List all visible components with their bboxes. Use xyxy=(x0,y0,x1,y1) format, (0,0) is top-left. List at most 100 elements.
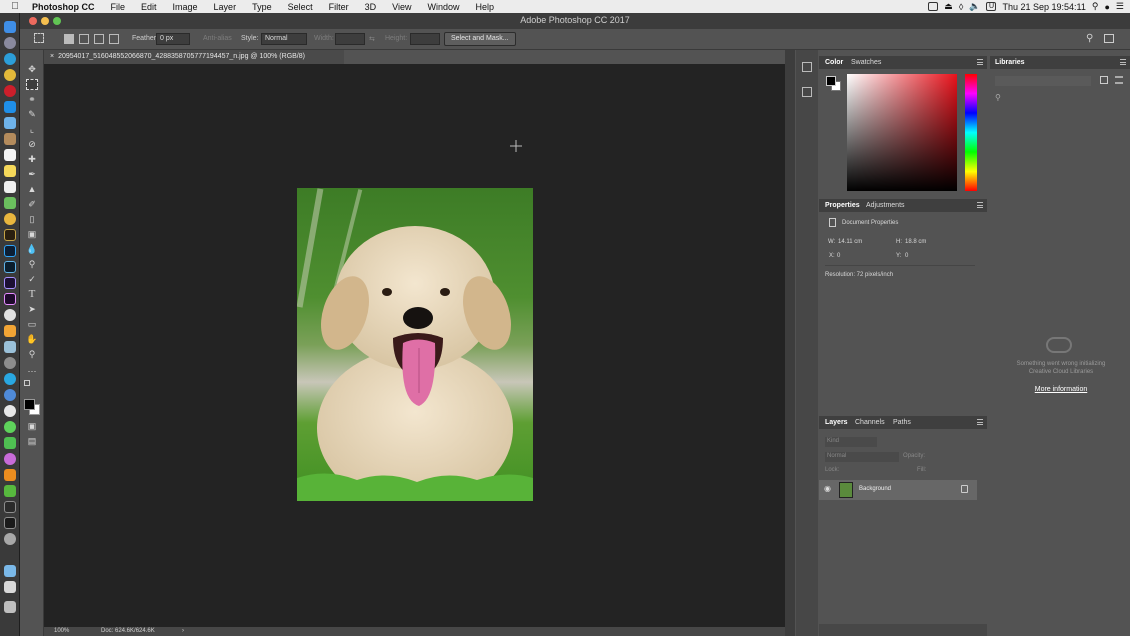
app-store-icon[interactable] xyxy=(4,101,16,113)
zoom-level[interactable]: 100% xyxy=(54,628,69,634)
menu-file[interactable]: File xyxy=(103,2,134,12)
status-menu-icon[interactable]: › xyxy=(182,628,184,634)
menu-filter[interactable]: Filter xyxy=(321,2,357,12)
layer-row[interactable]: ◉ Background xyxy=(819,480,977,500)
width-value[interactable]: 14.11 cm xyxy=(838,239,862,245)
height-input[interactable] xyxy=(410,33,440,45)
menu-help[interactable]: Help xyxy=(467,2,502,12)
move-tool-icon[interactable]: ✥ xyxy=(26,64,38,75)
mail-icon[interactable] xyxy=(4,117,16,129)
tab-swatches[interactable]: Swatches xyxy=(851,59,881,66)
teamviewer-icon[interactable] xyxy=(4,405,16,417)
search-icon[interactable]: ⚲ xyxy=(1092,1,1099,12)
more-tools-icon[interactable]: ⋯ xyxy=(26,366,38,377)
feather-input[interactable]: 0 px xyxy=(156,33,190,45)
more-information-link[interactable]: More information xyxy=(996,386,1126,393)
terminal-icon[interactable] xyxy=(4,517,16,529)
bridge-icon[interactable] xyxy=(4,229,16,241)
maps-icon[interactable] xyxy=(4,197,16,209)
quick-selection-tool-icon[interactable]: ✎ xyxy=(26,109,38,120)
default-colors-icon[interactable] xyxy=(24,380,30,386)
close-document-icon[interactable]: × xyxy=(50,53,54,60)
evernote-icon[interactable] xyxy=(4,485,16,497)
healing-brush-tool-icon[interactable]: ✚ xyxy=(26,154,38,165)
notification-center-icon[interactable]: ☰ xyxy=(1116,1,1124,12)
calendar-icon[interactable] xyxy=(4,149,16,161)
menu-layer[interactable]: Layer xyxy=(206,2,245,12)
quick-mask-icon[interactable]: ▣ xyxy=(26,421,38,432)
panel-menu-icon[interactable] xyxy=(977,202,983,208)
visibility-eye-icon[interactable]: ◉ xyxy=(824,484,831,493)
dodge-tool-icon[interactable]: ⚲ xyxy=(26,259,38,270)
premiere-icon[interactable] xyxy=(4,293,16,305)
blur-tool-icon[interactable]: 💧 xyxy=(26,244,38,255)
history-panel-icon[interactable] xyxy=(802,62,812,72)
panel-menu-icon[interactable] xyxy=(977,59,983,65)
launchpad-icon[interactable] xyxy=(4,37,16,49)
eject-icon[interactable]: ⏏ xyxy=(944,1,953,12)
finder-icon[interactable] xyxy=(4,21,16,33)
hand-tool-icon[interactable]: ✋ xyxy=(26,334,38,345)
menu-image[interactable]: Image xyxy=(165,2,206,12)
menu-view[interactable]: View xyxy=(384,2,419,12)
photos-icon[interactable] xyxy=(4,213,16,225)
menu-type[interactable]: Type xyxy=(244,2,280,12)
subtract-from-selection-icon[interactable] xyxy=(94,34,104,44)
intersect-selection-icon[interactable] xyxy=(109,34,119,44)
volume-icon[interactable]: 🔈 xyxy=(969,1,980,12)
facetime-icon[interactable] xyxy=(4,437,16,449)
photoshop-icon[interactable] xyxy=(4,245,16,257)
marquee-tool-preset-icon[interactable] xyxy=(34,33,44,43)
foreground-swatch[interactable] xyxy=(826,76,836,86)
color-field[interactable] xyxy=(847,74,957,191)
after-effects-icon[interactable] xyxy=(4,277,16,289)
document-tab[interactable]: × 20954017_516048552066870_42883587057771… xyxy=(44,50,344,64)
safari-icon[interactable] xyxy=(4,53,16,65)
tab-channels[interactable]: Channels xyxy=(855,419,885,426)
preview-icon[interactable] xyxy=(4,341,16,353)
x-value[interactable]: 0 xyxy=(837,253,840,259)
grid-view-icon[interactable] xyxy=(1100,76,1108,84)
tab-adjustments[interactable]: Adjustments xyxy=(866,202,905,209)
lasso-tool-icon[interactable]: ⚭ xyxy=(26,94,38,105)
filter-kind-select[interactable]: Kind xyxy=(825,437,877,447)
y-value[interactable]: 0 xyxy=(905,253,908,259)
canvas-scrollbar[interactable] xyxy=(785,50,795,636)
itunes-icon[interactable] xyxy=(4,309,16,321)
anti-alias-checkbox[interactable]: Anti-alias xyxy=(203,35,232,42)
contacts-icon[interactable] xyxy=(4,133,16,145)
wifi-icon[interactable]: ◊ xyxy=(959,2,963,12)
panel-menu-icon[interactable] xyxy=(977,419,983,425)
type-tool-icon[interactable]: T xyxy=(26,289,38,300)
display-icon[interactable] xyxy=(928,2,939,11)
height-value[interactable]: 18.8 cm xyxy=(905,239,926,245)
system-preferences-icon[interactable] xyxy=(4,357,16,369)
reminders-icon[interactable] xyxy=(4,181,16,193)
documents-folder-icon[interactable] xyxy=(4,581,16,593)
lightroom-icon[interactable] xyxy=(4,261,16,273)
activity-monitor-icon[interactable] xyxy=(4,533,16,545)
itunes-store-icon[interactable] xyxy=(4,453,16,465)
brush-tool-icon[interactable]: ✒ xyxy=(26,169,38,180)
canvas-area[interactable] xyxy=(44,64,785,627)
actions-panel-icon[interactable] xyxy=(802,87,812,97)
stocks-icon[interactable] xyxy=(4,501,16,513)
swap-dimensions-icon[interactable]: ⇆ xyxy=(369,35,375,43)
keyboard-layout-icon[interactable]: U xyxy=(986,2,997,11)
downloads-folder-icon[interactable] xyxy=(4,565,16,577)
history-brush-tool-icon[interactable]: ✐ xyxy=(26,199,38,210)
hue-slider[interactable] xyxy=(965,74,977,191)
pen-tool-icon[interactable]: ✓ xyxy=(26,274,38,285)
list-view-icon[interactable] xyxy=(1115,76,1123,84)
foreground-color-swatch[interactable] xyxy=(24,399,35,410)
menu-edit[interactable]: Edit xyxy=(133,2,165,12)
tab-properties[interactable]: Properties xyxy=(825,202,860,209)
panel-menu-icon[interactable] xyxy=(1120,59,1126,65)
gradient-tool-icon[interactable]: ▣ xyxy=(26,229,38,240)
menu-3d[interactable]: 3D xyxy=(357,2,385,12)
opera-icon[interactable] xyxy=(4,85,16,97)
zoom-tool-icon[interactable]: ⚲ xyxy=(26,349,38,360)
width-input[interactable] xyxy=(335,33,365,45)
spotify-icon[interactable] xyxy=(4,389,16,401)
style-select[interactable]: Normal xyxy=(261,33,307,45)
